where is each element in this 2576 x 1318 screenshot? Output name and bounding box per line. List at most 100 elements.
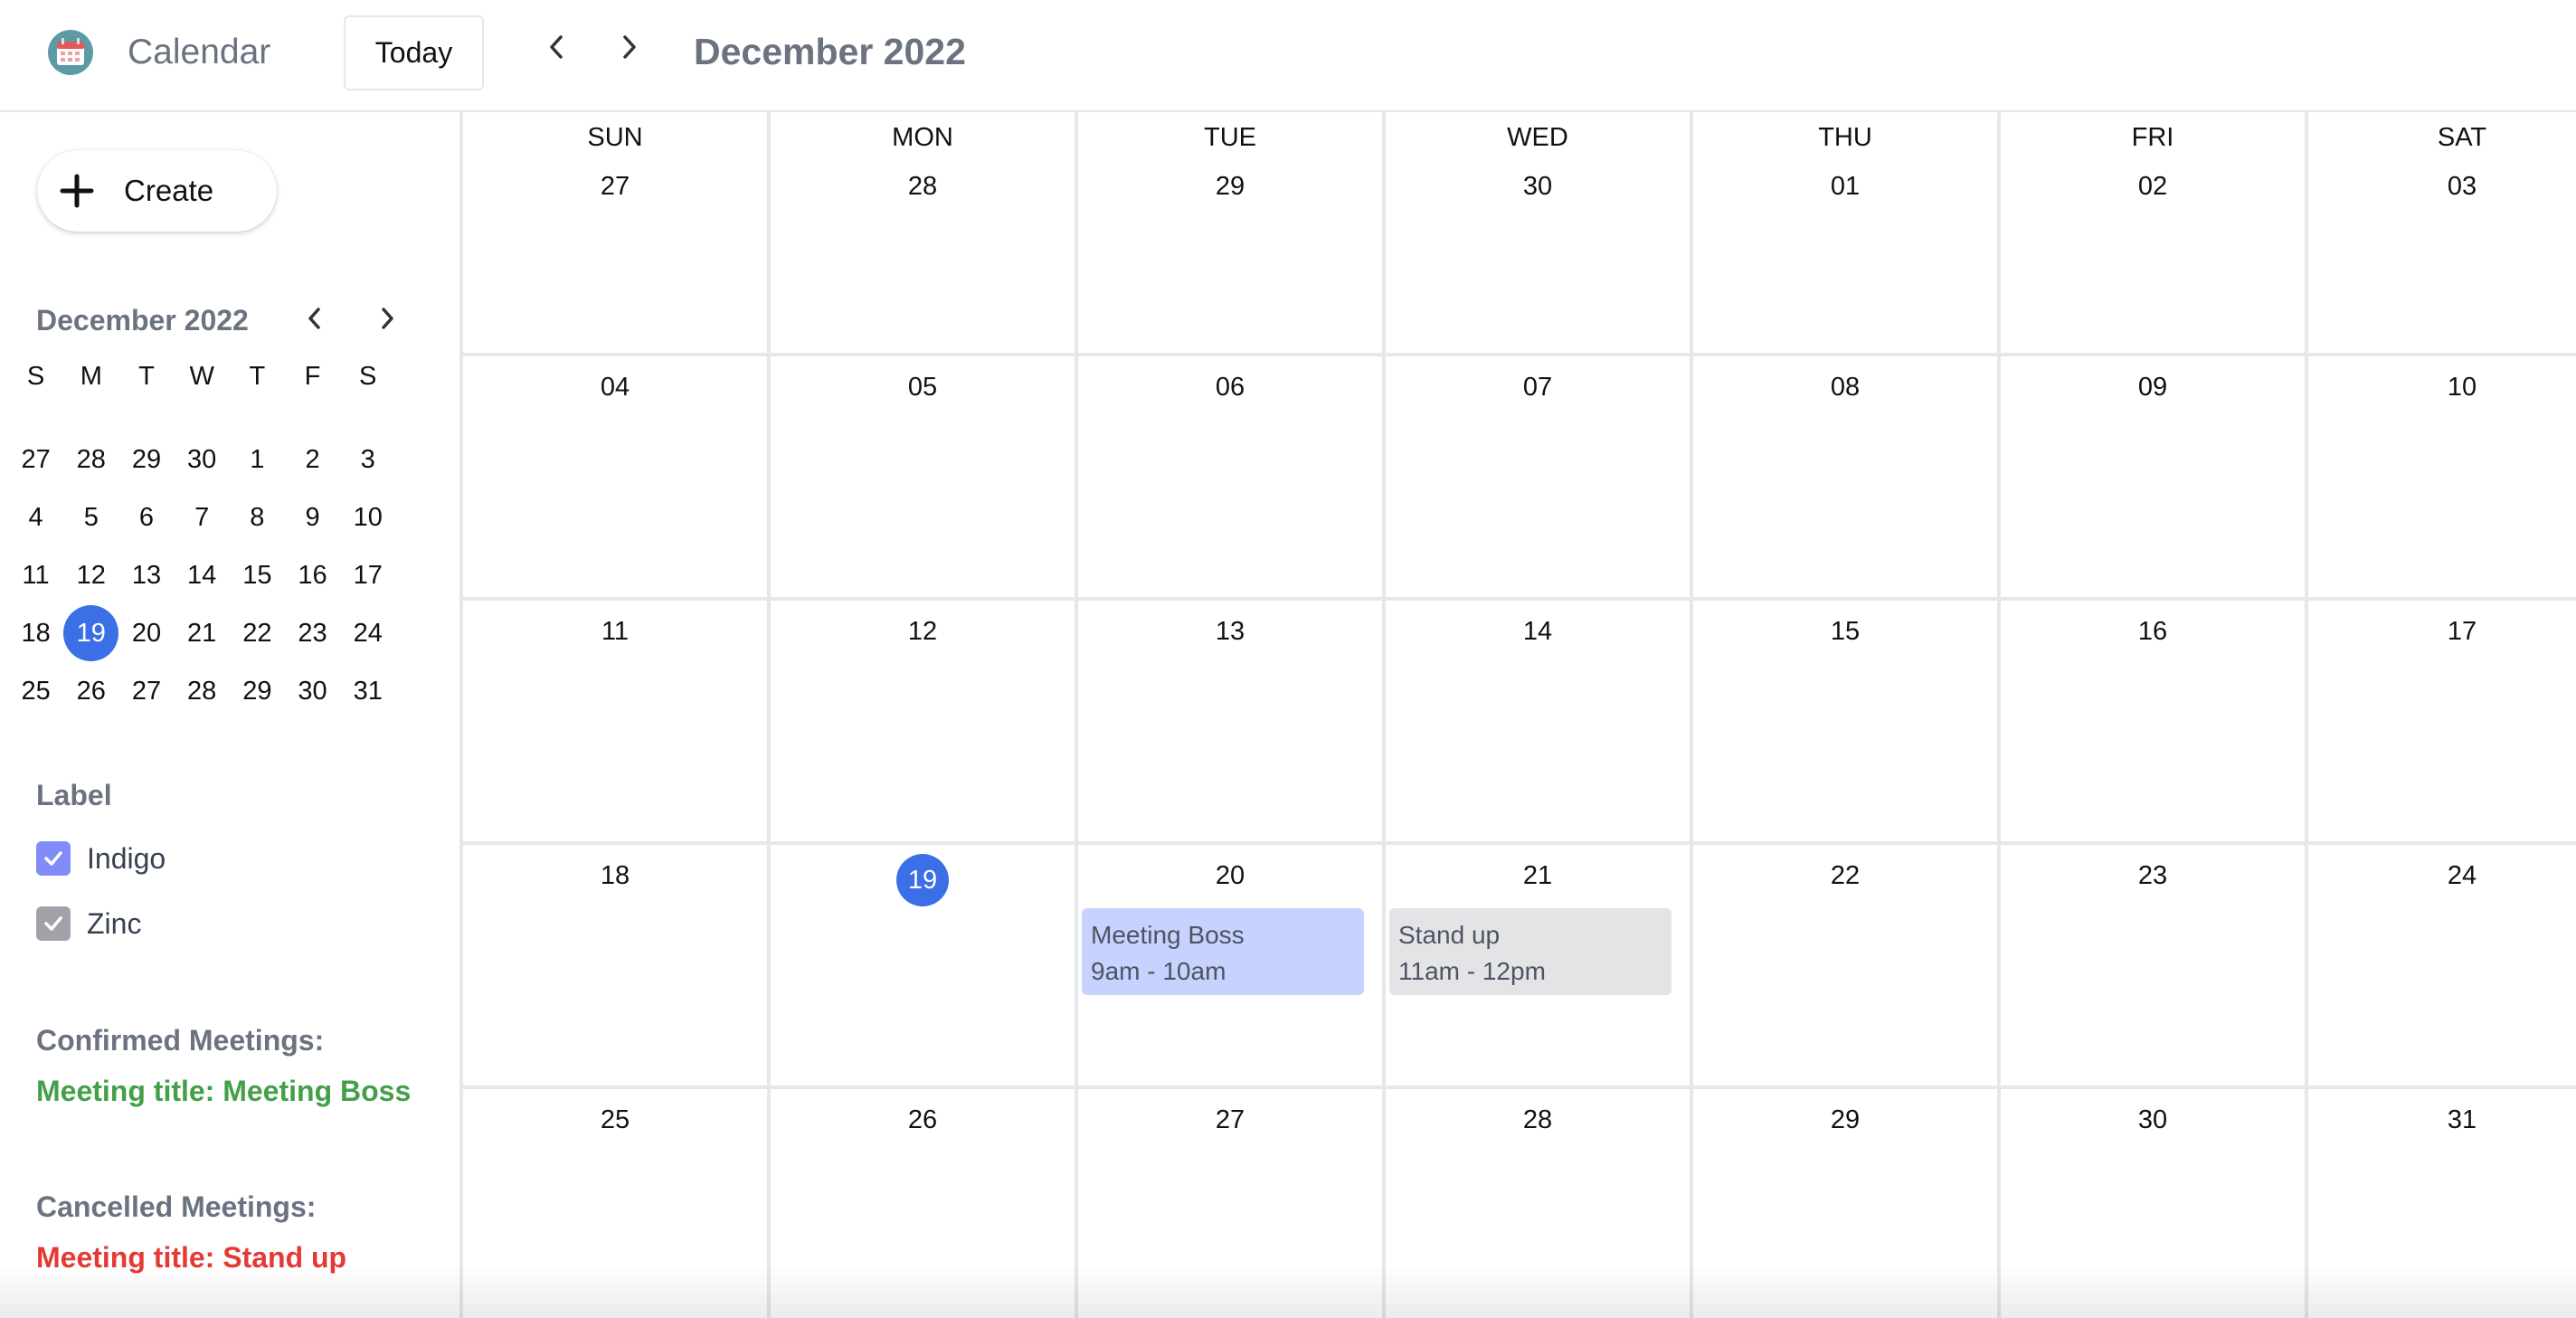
next-month-button[interactable] <box>611 27 647 67</box>
today-button[interactable]: Today <box>344 15 484 90</box>
day-number-text: 31 <box>2447 1105 2477 1134</box>
mini-day-cell[interactable]: 4 <box>8 488 63 546</box>
mini-day-cell[interactable]: 26 <box>63 662 118 720</box>
mini-day-number: 27 <box>131 676 162 706</box>
mini-day-cell[interactable]: 3 <box>340 431 395 488</box>
mini-day-number: 30 <box>298 676 327 706</box>
day-cell[interactable]: 17 <box>2308 601 2576 841</box>
mini-day-cell[interactable]: 16 <box>285 546 340 604</box>
day-cell[interactable]: SUN 27 <box>463 112 771 353</box>
day-cell[interactable]: 26 <box>771 1089 1078 1318</box>
day-cell[interactable]: 15 <box>1693 601 2001 841</box>
event-stand-up[interactable]: Stand up 11am - 12pm <box>1389 908 1672 995</box>
day-cell[interactable]: 09 <box>2001 356 2308 597</box>
day-cell[interactable]: 29 <box>1693 1089 2001 1318</box>
day-cell[interactable]: 07 <box>1386 356 1693 597</box>
mini-day-cell[interactable]: 28 <box>63 431 118 488</box>
mini-day-cell[interactable]: 19 <box>63 604 119 662</box>
checkbox[interactable] <box>36 906 71 941</box>
day-cell[interactable]: 28 <box>1386 1089 1693 1318</box>
day-cell[interactable]: 06 <box>1078 356 1386 597</box>
mini-weekday: T <box>249 361 266 391</box>
mini-day-cell[interactable]: 18 <box>8 604 63 662</box>
day-cell[interactable]: 20 Meeting Boss 9am - 10am <box>1078 845 1386 1086</box>
day-number-text: 24 <box>2447 861 2477 890</box>
day-cell[interactable]: TUE 29 <box>1078 112 1386 353</box>
day-cell[interactable]: 19 <box>771 845 1078 1086</box>
mini-day-cell[interactable]: 10 <box>340 488 395 546</box>
mini-day-cell[interactable]: 27 <box>8 431 63 488</box>
mini-day-cell[interactable]: 29 <box>118 431 174 488</box>
mini-day-cell[interactable]: 22 <box>230 604 285 662</box>
mini-day-cell[interactable]: 31 <box>340 662 395 720</box>
day-number: 19 <box>771 854 1075 906</box>
mini-day-cell[interactable]: 6 <box>118 488 174 546</box>
mini-prev-month-button[interactable] <box>298 300 331 337</box>
mini-day-cell[interactable]: 5 <box>63 488 118 546</box>
day-cell[interactable]: 08 <box>1693 356 2001 597</box>
mini-day-cell[interactable]: 12 <box>63 546 118 604</box>
mini-day-cell[interactable]: 21 <box>175 604 230 662</box>
mini-day-cell[interactable]: 28 <box>175 662 230 720</box>
mini-day-cell[interactable]: 30 <box>285 662 340 720</box>
day-number: 02 <box>2001 172 2305 202</box>
day-cell[interactable]: 18 <box>463 845 771 1086</box>
day-cell[interactable]: 16 <box>2001 601 2308 841</box>
day-cell[interactable]: 25 <box>463 1089 771 1318</box>
create-button[interactable]: Create <box>37 150 277 232</box>
day-cell[interactable]: 14 <box>1386 601 1693 841</box>
mini-next-month-button[interactable] <box>371 300 403 337</box>
day-number: 27 <box>1078 1105 1382 1135</box>
day-cell[interactable]: 30 <box>2001 1089 2308 1318</box>
mini-day-cell[interactable]: 11 <box>8 546 63 604</box>
mini-day-cell[interactable]: 1 <box>230 431 285 488</box>
day-number: 20 <box>1078 861 1382 891</box>
event-meeting-boss[interactable]: Meeting Boss 9am - 10am <box>1082 908 1364 995</box>
day-cell[interactable]: FRI 02 <box>2001 112 2308 353</box>
day-number-text: 12 <box>907 617 938 646</box>
day-cell[interactable]: 10 <box>2308 356 2576 597</box>
mini-weekday: F <box>304 361 321 391</box>
mini-day-cell[interactable]: 24 <box>340 604 395 662</box>
create-label: Create <box>124 174 214 207</box>
mini-day-cell[interactable]: 15 <box>230 546 285 604</box>
day-number: 16 <box>2001 617 2305 647</box>
mini-day-cell[interactable]: 30 <box>175 431 230 488</box>
mini-day-cell[interactable]: 20 <box>118 604 174 662</box>
mini-day-cell[interactable]: 2 <box>285 431 340 488</box>
day-cell[interactable]: 23 <box>2001 845 2308 1086</box>
day-number-text: 13 <box>1215 617 1245 646</box>
mini-day-cell[interactable]: 7 <box>175 488 230 546</box>
day-cell[interactable]: 12 <box>771 601 1078 841</box>
checkbox[interactable] <box>36 841 71 876</box>
day-cell[interactable]: 04 <box>463 356 771 597</box>
mini-day-cell[interactable]: 23 <box>285 604 340 662</box>
day-cell[interactable]: 22 <box>1693 845 2001 1086</box>
day-cell[interactable]: 05 <box>771 356 1078 597</box>
mini-day-cell[interactable]: 25 <box>8 662 63 720</box>
day-cell[interactable]: MON 28 <box>771 112 1078 353</box>
mini-day-cell[interactable]: 29 <box>230 662 285 720</box>
mini-day-cell[interactable]: 27 <box>118 662 174 720</box>
mini-day-number: 27 <box>21 444 51 474</box>
day-cell[interactable]: WED 30 <box>1386 112 1693 353</box>
mini-day-cell[interactable]: 9 <box>285 488 340 546</box>
day-cell[interactable]: 11 <box>463 601 771 841</box>
day-cell[interactable]: THU 01 <box>1693 112 2001 353</box>
day-cell[interactable]: 24 <box>2308 845 2576 1086</box>
day-number-text: 28 <box>1522 1105 1553 1134</box>
day-cell[interactable]: 31 <box>2308 1089 2576 1318</box>
day-cell[interactable]: SAT 03 <box>2308 112 2576 353</box>
day-cell[interactable]: 13 <box>1078 601 1386 841</box>
mini-day-cell[interactable]: 17 <box>340 546 395 604</box>
prev-month-button[interactable] <box>539 27 575 67</box>
day-cell[interactable]: 21 Stand up 11am - 12pm <box>1386 845 1693 1086</box>
mini-day-number: 22 <box>242 618 272 648</box>
label-filter-zinc[interactable]: Zinc <box>36 906 141 941</box>
mini-day-cell[interactable]: 13 <box>118 546 174 604</box>
day-cell[interactable]: 27 <box>1078 1089 1386 1318</box>
check-icon <box>44 916 62 931</box>
mini-day-cell[interactable]: 14 <box>175 546 230 604</box>
label-filter-indigo[interactable]: Indigo <box>36 841 166 876</box>
mini-day-cell[interactable]: 8 <box>230 488 285 546</box>
